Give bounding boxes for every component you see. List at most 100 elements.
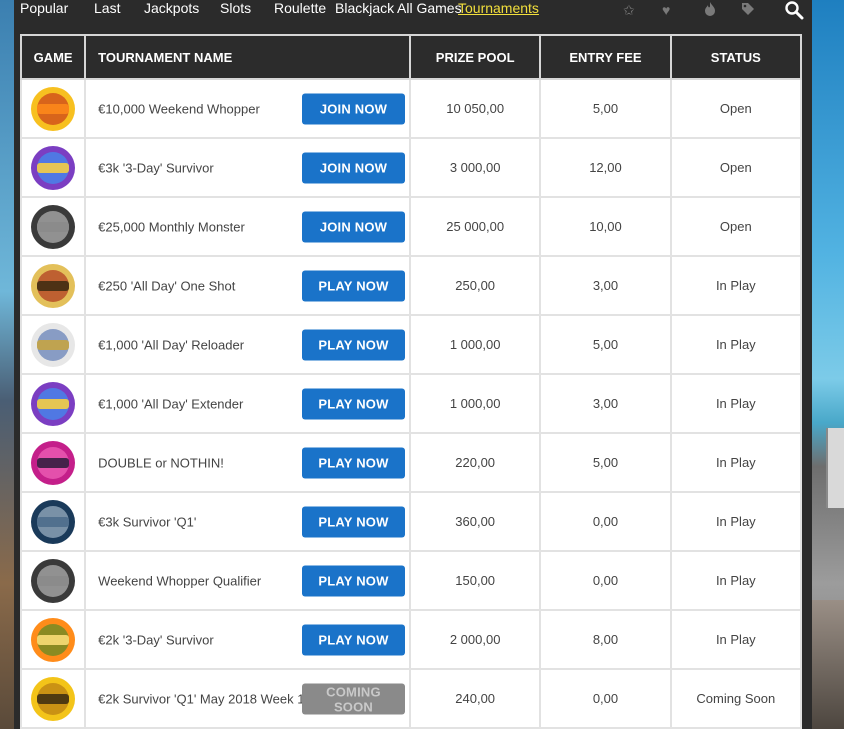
status-cell: Open [669,137,803,198]
prize-pool-cell: 250,00 [408,255,542,316]
tournament-name-cell: DOUBLE or NOTHIN! PLAY NOW [84,432,411,493]
nav-jackpots[interactable]: Jackpots [144,0,199,16]
status-cell: In Play [669,550,803,611]
background-scene-right [812,0,844,729]
status-cell: In Play [669,491,803,552]
tournament-name: €2k Survivor 'Q1' May 2018 Week 1 [98,691,305,706]
play-now-button[interactable]: PLAY NOW [301,565,405,596]
table-body: €10,000 Weekend Whopper JOIN NOW 10 050,… [19,78,803,729]
background-rock [812,600,844,729]
play-now-button[interactable]: PLAY NOW [301,270,405,301]
status-cell: Open [669,196,803,257]
heart-icon[interactable]: ♥ [662,2,670,18]
background-scene-left [0,0,14,729]
tournament-name: €25,000 Monthly Monster [98,219,245,234]
header-prize-pool: PRIZE POOL [408,34,542,80]
tournament-name-cell: €10,000 Weekend Whopper JOIN NOW [84,78,411,139]
tournament-name-cell: €1,000 'All Day' Extender PLAY NOW [84,373,411,434]
lucky-witch-logo[interactable] [29,144,77,192]
tournament-table: GAME TOURNAMENT NAME PRIZE POOL ENTRY FE… [19,34,803,729]
tag-icon[interactable] [741,2,755,19]
gold-factory-logo[interactable] [29,675,77,723]
entry-fee-cell: 5,00 [539,78,672,139]
tournament-name-cell: €3k '3-Day' Survivor JOIN NOW [84,137,411,198]
prize-pool-cell: 150,00 [408,550,542,611]
tournament-name-cell: €1,000 'All Day' Reloader PLAY NOW [84,314,411,375]
immortal-romance-logo[interactable] [29,203,77,251]
tournament-name: Weekend Whopper Qualifier [98,573,262,588]
game-cell[interactable] [19,373,87,434]
prize-pool-cell: 220,00 [408,432,542,493]
play-now-button[interactable]: PLAY NOW [301,447,405,478]
play-now-button[interactable]: PLAY NOW [301,388,405,419]
nav-all-games[interactable]: All Games [397,0,462,16]
entry-fee-cell: 0,00 [539,491,672,552]
header-game: GAME [19,34,87,80]
nav-blackjack[interactable]: Blackjack [335,0,394,16]
status-cell: Coming Soon [669,668,803,729]
join-now-button[interactable]: JOIN NOW [301,93,405,124]
entry-fee-cell: 0,00 [539,550,672,611]
t2-logo[interactable] [29,498,77,546]
search-icon[interactable] [784,0,804,20]
nav-tournaments[interactable]: Tournaments [458,0,539,16]
nav-slots[interactable]: Slots [220,0,251,16]
game-cell[interactable] [19,432,87,493]
entry-fee-cell: 3,00 [539,373,672,434]
prize-pool-cell: 1 000,00 [408,373,542,434]
tournament-name: €2k '3-Day' Survivor [98,632,214,647]
game-cell[interactable] [19,78,87,139]
status-cell: In Play [669,609,803,670]
burning-desire-logo[interactable] [29,85,77,133]
nav-last[interactable]: Last [94,0,120,16]
tournament-name: €10,000 Weekend Whopper [98,101,260,116]
game-cell[interactable] [19,137,87,198]
entry-fee-cell: 5,00 [539,432,672,493]
table-row: DOUBLE or NOTHIN! PLAY NOW 220,00 5,00 I… [19,432,803,493]
immortal-romance-logo[interactable] [29,557,77,605]
star-icon[interactable]: ✩ [623,2,635,18]
lucky-witch-logo[interactable] [29,380,77,428]
table-row: €2k Survivor 'Q1' May 2018 Week 1 COMING… [19,668,803,729]
join-now-button[interactable]: JOIN NOW [301,152,405,183]
status-cell: In Play [669,255,803,316]
cool-buck-logo[interactable] [29,616,77,664]
tournament-name: DOUBLE or NOTHIN! [98,455,224,470]
tournament-name-cell: €25,000 Monthly Monster JOIN NOW [84,196,411,257]
fire-icon[interactable] [704,2,716,19]
girls-with-guns-logo[interactable] [29,262,77,310]
table-row: €3k Survivor 'Q1' PLAY NOW 360,00 0,00 I… [19,491,803,552]
game-cell[interactable] [19,255,87,316]
leagues-of-fortune-logo[interactable] [29,321,77,369]
join-now-button[interactable]: JOIN NOW [301,211,405,242]
play-now-button[interactable]: PLAY NOW [301,624,405,655]
nav-roulette[interactable]: Roulette [274,0,326,16]
game-cell[interactable] [19,668,87,729]
tournament-name: €250 'All Day' One Shot [98,278,236,293]
prize-pool-cell: 10 050,00 [408,78,542,139]
status-cell: In Play [669,373,803,434]
ladies-nite-logo[interactable] [29,439,77,487]
table-row: €10,000 Weekend Whopper JOIN NOW 10 050,… [19,78,803,139]
game-cell[interactable] [19,196,87,257]
game-cell[interactable] [19,491,87,552]
coming-soon-button[interactable]: COMING SOON [301,683,405,714]
play-now-button[interactable]: PLAY NOW [301,329,405,360]
table-row: €1,000 'All Day' Extender PLAY NOW 1 000… [19,373,803,434]
table-row: €3k '3-Day' Survivor JOIN NOW 3 000,00 1… [19,137,803,198]
game-cell[interactable] [19,314,87,375]
background-railing [826,428,844,508]
game-cell[interactable] [19,550,87,611]
status-cell: In Play [669,314,803,375]
play-now-button[interactable]: PLAY NOW [301,506,405,537]
nav-popular[interactable]: Popular [20,0,68,16]
tournament-name-cell: €3k Survivor 'Q1' PLAY NOW [84,491,411,552]
entry-fee-cell: 10,00 [539,196,672,257]
table-row: €1,000 'All Day' Reloader PLAY NOW 1 000… [19,314,803,375]
prize-pool-cell: 1 000,00 [408,314,542,375]
main-panel: Popular Last Jackpots Slots Roulette Bla… [14,0,812,729]
tournament-name: €3k Survivor 'Q1' [98,514,197,529]
game-cell[interactable] [19,609,87,670]
prize-pool-cell: 360,00 [408,491,542,552]
entry-fee-cell: 3,00 [539,255,672,316]
